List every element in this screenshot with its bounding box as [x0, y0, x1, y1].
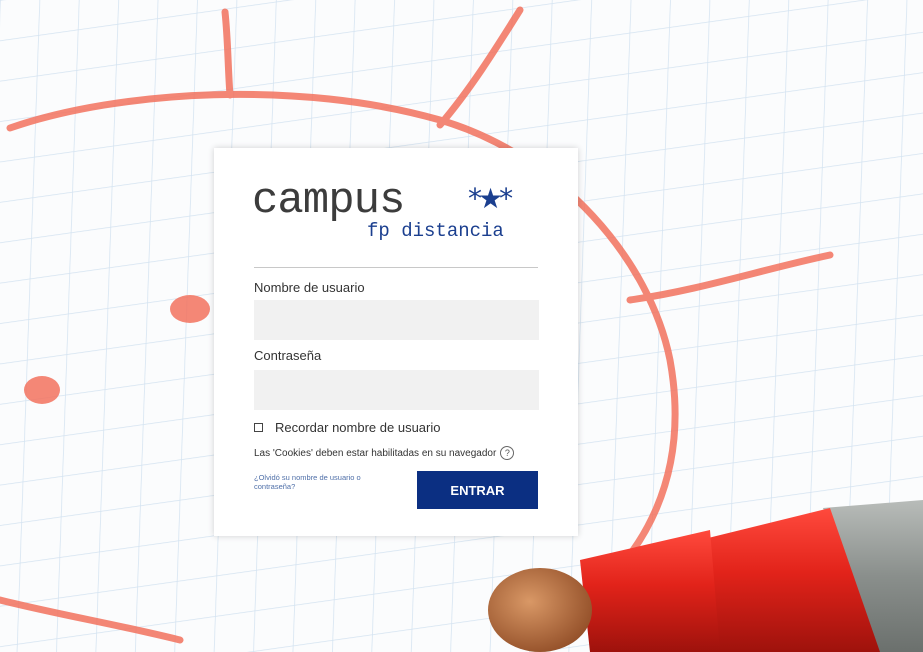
logo-subtitle: fp distancia [367, 220, 504, 242]
logo-stars-icon: *★* [468, 182, 513, 215]
remember-checkbox[interactable] [254, 423, 263, 432]
forgot-credentials-link[interactable]: ¿Olvidó su nombre de usuario o contraseñ… [254, 473, 364, 491]
logo-divider [254, 267, 538, 268]
logo-word: campus [252, 176, 405, 226]
login-card: campus *★* fp distancia Nombre de usuari… [214, 148, 578, 536]
username-label: Nombre de usuario [254, 280, 365, 295]
login-page: campus *★* fp distancia Nombre de usuari… [0, 0, 923, 652]
password-input[interactable] [254, 370, 539, 410]
cookies-notice: Las 'Cookies' deben estar habilitadas en… [254, 446, 515, 460]
password-label: Contraseña [254, 348, 322, 363]
cookies-text: Las 'Cookies' deben estar habilitadas en… [254, 447, 497, 459]
remember-username[interactable]: Recordar nombre de usuario [254, 420, 440, 435]
login-button[interactable]: ENTRAR [417, 471, 538, 509]
question-circle-icon[interactable]: ? [500, 446, 515, 460]
campus-logo: campus *★* fp distancia [252, 176, 542, 246]
username-input[interactable] [254, 300, 539, 340]
remember-label: Recordar nombre de usuario [275, 420, 441, 435]
